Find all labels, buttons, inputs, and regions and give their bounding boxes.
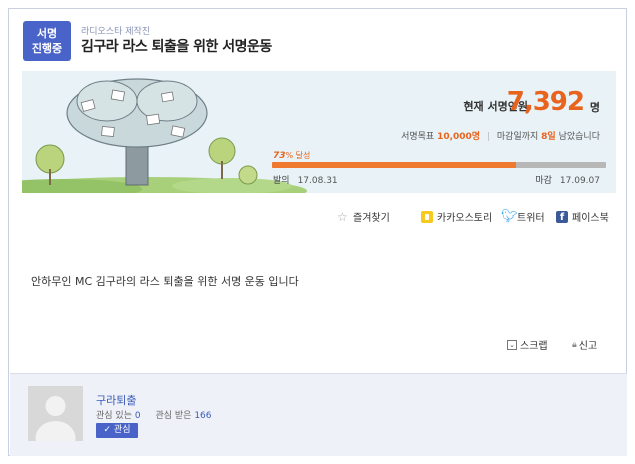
kakaostory-share-button[interactable]: 카카오스토리	[421, 209, 492, 224]
author-box: 구라퇴출 관심 있는 0 관심 받은 166 ✓ 관심	[10, 373, 627, 456]
author-name[interactable]: 구라퇴출	[96, 392, 136, 408]
twitter-share-button[interactable]: 🐦︎ 트위터	[501, 208, 545, 225]
facebook-label: 페이스북	[572, 213, 609, 224]
progress-percent-value: 73	[273, 151, 286, 161]
kakaostory-label: 카카오스토리	[437, 213, 493, 224]
progress-bar	[272, 162, 606, 168]
twitter-label: 트위터	[517, 213, 545, 224]
goal-value: 10,000명	[437, 132, 481, 142]
goal-line: 서명목표 10,000명 | 마감일까지 8일 남았습니다	[401, 129, 600, 142]
progress-percent-suffix: % 달성	[285, 151, 311, 160]
interest-in-label: 관심 있는	[96, 411, 132, 421]
interest-stats: 관심 있는 0 관심 받은 166	[96, 408, 212, 421]
deadline-prefix: 마감일까지	[496, 132, 539, 142]
deadline-days: 8일	[541, 132, 556, 142]
default-avatar-icon	[35, 396, 76, 441]
goal-separator: |	[486, 132, 491, 142]
progress-percent-label: 73% 달성	[273, 150, 310, 161]
chevron-down-icon: ⌄	[507, 339, 517, 350]
petition-body: 안하무인 MC 김구라의 라스 퇴출을 위한 서명 운동 입니다	[31, 275, 299, 288]
star-icon: ☆	[337, 209, 348, 224]
petition-panel: 서명 진행중 라디오스타 제작진 김구라 라스 퇴출을 위한 서명운동 현재 서…	[8, 8, 627, 456]
favorite-button[interactable]: ☆ 즐겨찾기	[337, 209, 390, 225]
progress-fill	[272, 162, 516, 168]
twitter-icon: 🐦︎	[501, 208, 518, 224]
end-date-value: 17.09.07	[559, 176, 600, 186]
kakaostory-icon	[421, 210, 433, 223]
interest-recv-count[interactable]: 166	[194, 411, 211, 421]
current-count-value: 7,392	[506, 87, 585, 117]
scrap-label: 스크랩	[520, 341, 548, 352]
start-label: 발의	[273, 176, 290, 186]
page-title: 김구라 라스 퇴출을 위한 서명운동	[81, 39, 272, 55]
lock-icon: 🔒︎	[572, 339, 577, 350]
current-count-unit: 명	[589, 101, 600, 114]
goal-prefix: 서명목표	[401, 132, 435, 142]
avatar[interactable]	[28, 386, 83, 441]
end-date: 마감 17.09.07	[535, 173, 600, 186]
interest-button-label: 관심	[113, 425, 131, 435]
facebook-icon: f	[556, 210, 568, 223]
start-date: 발의 17.08.31	[273, 173, 338, 186]
petition-hero: 현재 서명인원 7,392 명 서명목표 10,000명 | 마감일까지 8일 …	[22, 71, 616, 193]
favorite-label: 즐겨찾기	[353, 213, 390, 224]
end-label: 마감	[535, 176, 552, 186]
report-button[interactable]: 🔒︎ 신고	[572, 337, 598, 353]
check-icon: ✓	[103, 425, 112, 435]
status-badge: 서명 진행중	[23, 21, 71, 61]
interest-in-count[interactable]: 0	[135, 411, 141, 421]
start-date-value: 17.08.31	[297, 176, 338, 186]
status-badge-line2: 진행중	[31, 42, 63, 55]
interest-recv-label: 관심 받은	[155, 411, 192, 421]
report-label: 신고	[578, 341, 598, 352]
status-badge-line1: 서명	[36, 27, 58, 40]
scrap-button[interactable]: ⌄ 스크랩	[507, 337, 548, 352]
deadline-suffix: 남았습니다	[558, 132, 600, 142]
facebook-share-button[interactable]: f 페이스북	[556, 209, 609, 224]
interest-button[interactable]: ✓ 관심	[96, 423, 138, 438]
